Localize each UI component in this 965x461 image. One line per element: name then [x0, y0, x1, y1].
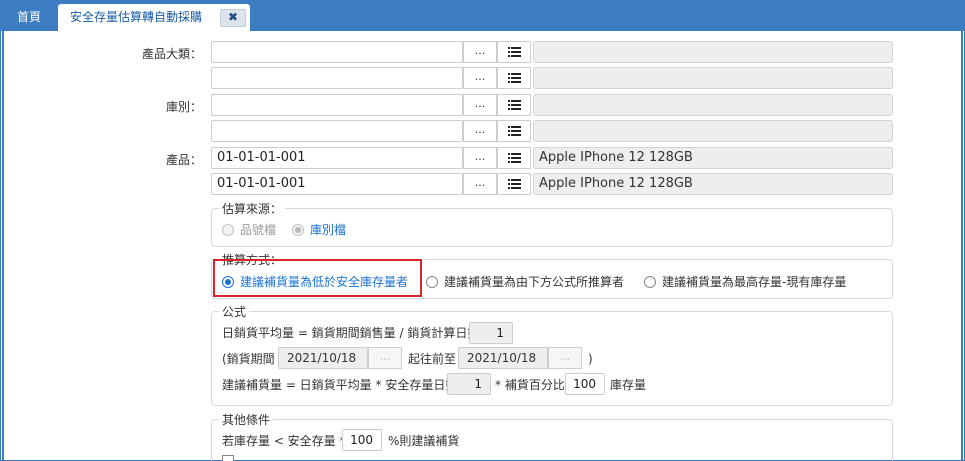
radio-warehouse-file-label: 庫別檔 [310, 223, 347, 237]
period-open: (銷貨期間 [222, 352, 275, 366]
warehouse-to-list-button[interactable] [497, 120, 531, 142]
list-icon [508, 100, 521, 110]
date-from-input[interactable]: 2021/10/18 [278, 347, 368, 369]
other-cond-b: %則建議補貨 [388, 434, 460, 448]
close-icon[interactable]: ✖ [220, 9, 246, 27]
replenish-percent-input[interactable]: 100 [565, 373, 605, 395]
radio-method-below-safety-label: 建議補貨量為低於安全庫存量者 [240, 275, 409, 289]
radio-warehouse-file[interactable]: 庫別檔 [292, 221, 346, 238]
warehouse-from-name [533, 94, 893, 116]
extra-option-checkbox[interactable] [222, 455, 234, 461]
category-from-list-button[interactable] [497, 41, 531, 63]
radio-item-file-label: 品號檔 [240, 223, 277, 237]
sales-days-input[interactable]: 1 [469, 322, 513, 344]
radio-circle [222, 223, 234, 236]
category-label: 產品大類： [141, 47, 202, 61]
category-to-input[interactable] [211, 67, 463, 89]
formula-line3c: 庫存量 [610, 378, 647, 392]
list-icon [508, 126, 521, 136]
source-group-title: 估算來源： [219, 202, 286, 216]
tab-safety-stock-label: 安全存量估算轉自動採購 [70, 10, 203, 24]
product-label: 產品： [165, 153, 202, 167]
radio-circle [644, 275, 656, 288]
radio-circle [292, 223, 304, 236]
safety-days-input[interactable]: 1 [447, 373, 491, 395]
category-to-list-button[interactable] [497, 67, 531, 89]
warehouse-from-input[interactable] [211, 94, 463, 116]
right-border [961, 31, 963, 461]
product-to-list-button[interactable] [497, 173, 531, 195]
warehouse-to-input[interactable] [211, 120, 463, 142]
date-to-picker-button[interactable]: ... [548, 347, 582, 369]
radio-method-max-stock[interactable]: 建議補貨量為最高存量-現有庫存量 [644, 273, 846, 290]
period-close: ) [588, 352, 593, 366]
formula-line1: 日銷貨平均量 = 銷貨期間銷售量 / 銷貨計算日數 [222, 326, 480, 340]
tab-bar: 首頁 安全存量估算轉自動採購 ✖ [0, 0, 965, 31]
date-from-picker-button[interactable]: ... [368, 347, 402, 369]
other-group-title: 其他條件 [219, 413, 274, 427]
product-from-list-button[interactable] [497, 147, 531, 169]
date-to-input[interactable]: 2021/10/18 [458, 347, 548, 369]
product-from-input[interactable]: 01-01-01-001 [211, 147, 463, 169]
product-from-name: Apple IPhone 12 128GB [533, 147, 893, 169]
list-icon [508, 153, 521, 163]
warehouse-to-name [533, 120, 893, 142]
category-to-name [533, 67, 893, 89]
product-to-input[interactable]: 01-01-01-001 [211, 173, 463, 195]
category-from-name [533, 41, 893, 63]
radio-method-formula[interactable]: 建議補貨量為由下方公式所推算者 [426, 273, 624, 290]
formula-line3a: 建議補貨量 = 日銷貨平均量 * 安全存量日數 [222, 378, 458, 392]
warehouse-from-browse-button[interactable]: ... [463, 94, 497, 116]
tab-home[interactable]: 首頁 [0, 4, 58, 31]
radio-circle [426, 275, 438, 288]
warehouse-from-list-button[interactable] [497, 94, 531, 116]
list-icon [508, 179, 521, 189]
radio-item-file[interactable]: 品號檔 [222, 221, 276, 238]
warehouse-to-browse-button[interactable]: ... [463, 120, 497, 142]
other-cond-a: 若庫存量 < 安全存量 * [222, 434, 346, 448]
category-from-browse-button[interactable]: ... [463, 41, 497, 63]
stock-ratio-input[interactable]: 100 [342, 429, 382, 451]
category-to-browse-button[interactable]: ... [463, 67, 497, 89]
left-border [2, 31, 4, 461]
list-icon [508, 47, 521, 57]
range-text: 起往前至 [408, 352, 457, 366]
radio-method-below-safety[interactable]: 建議補貨量為低於安全庫存量者 [222, 273, 408, 290]
radio-circle [222, 275, 234, 288]
category-from-input[interactable] [211, 41, 463, 63]
list-icon [508, 73, 521, 83]
radio-method-formula-label: 建議補貨量為由下方公式所推算者 [444, 275, 625, 289]
product-to-browse-button[interactable]: ... [463, 173, 497, 195]
formula-group-title: 公式 [219, 305, 250, 319]
product-to-name: Apple IPhone 12 128GB [533, 173, 893, 195]
radio-method-max-stock-label: 建議補貨量為最高存量-現有庫存量 [662, 275, 847, 289]
tab-safety-stock[interactable]: 安全存量估算轉自動採購 ✖ [58, 4, 250, 31]
formula-line3b: * 補貨百分比 [495, 378, 565, 392]
warehouse-label: 庫別： [165, 100, 202, 114]
product-from-browse-button[interactable]: ... [463, 147, 497, 169]
